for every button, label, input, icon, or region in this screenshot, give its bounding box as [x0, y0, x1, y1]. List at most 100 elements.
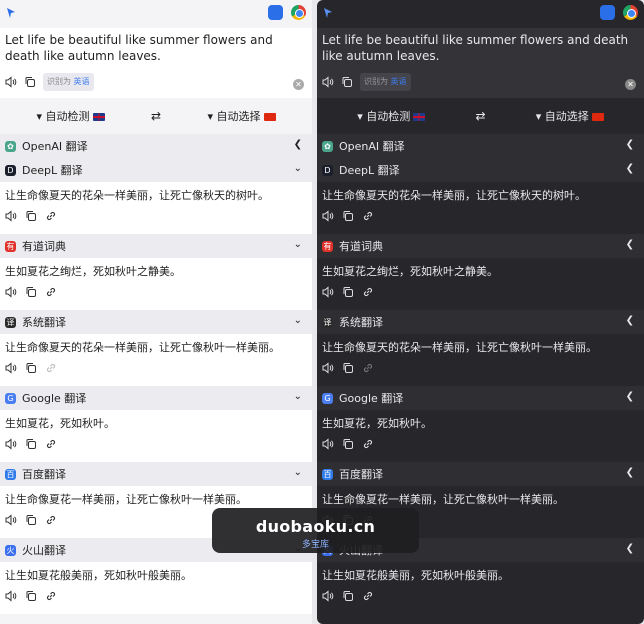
- speaker-icon[interactable]: [5, 76, 17, 88]
- link-icon[interactable]: [362, 438, 374, 450]
- chevron-down-icon[interactable]: ⌄: [294, 315, 302, 326]
- source-text-area[interactable]: Let life be beautiful like summer flower…: [317, 28, 644, 98]
- copy-icon[interactable]: [342, 590, 354, 602]
- copy-icon[interactable]: [25, 286, 37, 298]
- service-header[interactable]: 有 有道词典 ❮: [317, 234, 644, 258]
- clear-icon[interactable]: ✕: [625, 79, 636, 90]
- chevron-down-icon[interactable]: ⌄: [294, 467, 302, 478]
- service-header[interactable]: 译 系统翻译 ❮: [317, 310, 644, 334]
- link-icon[interactable]: [362, 286, 374, 298]
- service-header[interactable]: G Google 翻译 ⌄: [0, 386, 312, 410]
- screenshot-translate-icon[interactable]: [600, 5, 615, 20]
- service-header-openai[interactable]: ✿ OpenAI 翻译 ❮: [0, 134, 312, 158]
- speaker-icon[interactable]: [322, 210, 334, 222]
- chevron-left-icon[interactable]: ❮: [294, 139, 302, 150]
- copy-icon[interactable]: [25, 438, 37, 450]
- link-icon[interactable]: [362, 210, 374, 222]
- copy-icon[interactable]: [25, 590, 37, 602]
- service-name: Google 翻译: [339, 392, 404, 405]
- target-language-select[interactable]: ▾ 自动选择: [496, 108, 644, 124]
- speaker-icon[interactable]: [322, 286, 334, 298]
- speaker-icon[interactable]: [5, 438, 17, 450]
- chevron-down-icon[interactable]: ⌄: [294, 163, 302, 174]
- copy-icon[interactable]: [25, 362, 37, 374]
- speaker-icon[interactable]: [5, 514, 17, 526]
- chevron-down-icon[interactable]: ⌄: [294, 391, 302, 402]
- service-logo-icon: 有: [322, 240, 333, 252]
- service-header[interactable]: 百 百度翻译 ⌄: [0, 462, 312, 486]
- translation-text[interactable]: 生如夏花，死如秋叶。: [322, 416, 639, 431]
- copy-icon[interactable]: [342, 438, 354, 450]
- translation-text[interactable]: 生如夏花之绚烂，死如秋叶之静美。: [322, 264, 639, 279]
- chevron-left-icon[interactable]: ❮: [626, 467, 634, 478]
- translation-text[interactable]: 生如夏花，死如秋叶。: [5, 416, 307, 431]
- copy-icon[interactable]: [24, 76, 36, 88]
- source-language-select[interactable]: ▾ 自动检测: [0, 108, 141, 124]
- copy-icon[interactable]: [341, 76, 353, 88]
- speaker-icon[interactable]: [322, 438, 334, 450]
- translation-text[interactable]: 让生如夏花般美丽，死如秋叶般美丽。: [5, 568, 307, 583]
- service-header[interactable]: 译 系统翻译 ⌄: [0, 310, 312, 334]
- service-logo-icon: 译: [322, 316, 333, 328]
- service-header[interactable]: 有 有道词典 ⌄: [0, 234, 312, 258]
- swap-languages-icon[interactable]: ⇄: [141, 109, 171, 123]
- copy-icon[interactable]: [342, 286, 354, 298]
- speaker-icon[interactable]: [322, 76, 334, 88]
- speaker-icon[interactable]: [5, 362, 17, 374]
- swap-languages-icon[interactable]: ⇄: [466, 109, 496, 123]
- link-icon[interactable]: [45, 438, 57, 450]
- translation-text[interactable]: 让生命像夏花一样美丽，让死亡像秋叶一样美丽。: [5, 492, 307, 507]
- source-text[interactable]: Let life be beautiful like summer flower…: [322, 32, 638, 64]
- service-item: 有 有道词典 ⌄ 生如夏花之绚烂，死如秋叶之静美。: [0, 234, 312, 310]
- service-header[interactable]: D DeepL 翻译 ⌄: [0, 158, 312, 182]
- speaker-icon[interactable]: [5, 210, 17, 222]
- chevron-down-icon[interactable]: ⌄: [294, 239, 302, 250]
- detected-language-badge: 识别为 英语: [43, 73, 94, 91]
- chevron-left-icon[interactable]: ❮: [626, 139, 634, 150]
- clear-icon[interactable]: ✕: [293, 79, 304, 90]
- translation-text[interactable]: 让生命像夏天的花朵一样美丽，让死亡像秋天的树叶。: [5, 188, 307, 203]
- chevron-left-icon[interactable]: ❮: [626, 163, 634, 174]
- copy-icon[interactable]: [342, 210, 354, 222]
- link-icon[interactable]: [45, 286, 57, 298]
- copy-icon[interactable]: [25, 514, 37, 526]
- link-icon[interactable]: [45, 362, 57, 374]
- service-name: 有道词典: [22, 240, 66, 253]
- service-header-openai[interactable]: ✿ OpenAI 翻译 ❮: [317, 134, 644, 158]
- chevron-left-icon[interactable]: ❮: [626, 543, 634, 554]
- translation-text[interactable]: 让生命像夏天的花朵一样美丽，让死亡像秋叶一样美丽。: [322, 340, 639, 355]
- link-icon[interactable]: [45, 210, 57, 222]
- service-name: 百度翻译: [22, 468, 66, 481]
- pin-icon[interactable]: [321, 6, 335, 20]
- speaker-icon[interactable]: [322, 362, 334, 374]
- service-header[interactable]: G Google 翻译 ❮: [317, 386, 644, 410]
- speaker-icon[interactable]: [5, 286, 17, 298]
- link-icon[interactable]: [45, 514, 57, 526]
- chevron-left-icon[interactable]: ❮: [626, 239, 634, 250]
- service-header[interactable]: D DeepL 翻译 ❮: [317, 158, 644, 182]
- chrome-icon[interactable]: [291, 5, 306, 20]
- translation-text[interactable]: 让生命像夏花一样美丽，让死亡像秋叶一样美丽。: [322, 492, 639, 507]
- translation-text[interactable]: 让生命像夏天的花朵一样美丽，让死亡像秋天的树叶。: [322, 188, 639, 203]
- speaker-icon[interactable]: [5, 590, 17, 602]
- chevron-left-icon[interactable]: ❮: [626, 391, 634, 402]
- service-result: 让生如夏花般美丽，死如秋叶般美丽。: [317, 562, 644, 614]
- service-header[interactable]: 百 百度翻译 ❮: [317, 462, 644, 486]
- copy-icon[interactable]: [342, 362, 354, 374]
- link-icon[interactable]: [45, 590, 57, 602]
- translation-text[interactable]: 让生如夏花般美丽，死如秋叶般美丽。: [322, 568, 639, 583]
- pin-icon[interactable]: [4, 6, 18, 20]
- chevron-left-icon[interactable]: ❮: [626, 315, 634, 326]
- copy-icon[interactable]: [25, 210, 37, 222]
- link-icon[interactable]: [362, 362, 374, 374]
- chrome-icon[interactable]: [623, 5, 638, 20]
- speaker-icon[interactable]: [322, 590, 334, 602]
- source-text-area[interactable]: Let life be beautiful like summer flower…: [0, 28, 312, 98]
- source-language-select[interactable]: ▾ 自动检测: [317, 108, 466, 124]
- target-language-select[interactable]: ▾ 自动选择: [171, 108, 312, 124]
- translation-text[interactable]: 生如夏花之绚烂，死如秋叶之静美。: [5, 264, 307, 279]
- translation-text[interactable]: 让生命像夏天的花朵一样美丽，让死亡像秋叶一样美丽。: [5, 340, 307, 355]
- screenshot-translate-icon[interactable]: [268, 5, 283, 20]
- source-text[interactable]: Let life be beautiful like summer flower…: [5, 32, 306, 64]
- link-icon[interactable]: [362, 590, 374, 602]
